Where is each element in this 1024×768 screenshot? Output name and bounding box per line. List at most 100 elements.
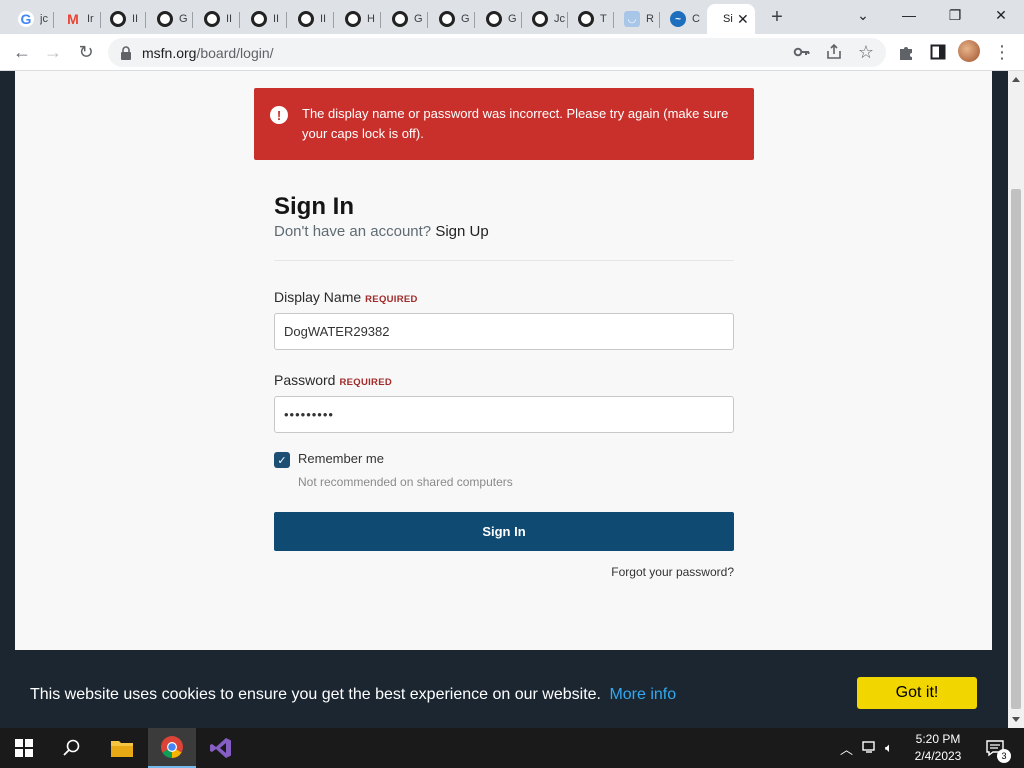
reload-icon[interactable]: ↻ xyxy=(73,39,99,65)
lock-icon[interactable] xyxy=(120,45,132,60)
no-account-text: Don't have an account? xyxy=(274,223,432,240)
tab-title: II xyxy=(320,13,327,25)
tab-4[interactable]: G xyxy=(147,4,193,34)
file-explorer-icon[interactable] xyxy=(98,728,146,768)
display-name-group: Display Name REQUIRED xyxy=(274,289,734,350)
url-path: /board/login/ xyxy=(196,44,274,61)
tray-overflow-chevron-icon[interactable]: ︿ xyxy=(840,739,853,758)
extensions-puzzle-icon[interactable] xyxy=(893,39,919,65)
tab-title: C xyxy=(692,13,700,25)
signup-link[interactable]: Sign Up xyxy=(435,223,488,240)
menu-kebab-icon[interactable]: ⋮ xyxy=(989,39,1015,65)
clock-date: 2/4/2023 xyxy=(914,749,962,763)
tab-title: G xyxy=(414,13,423,25)
tab-title: II xyxy=(132,13,139,25)
tab-14[interactable]: ◡ R xyxy=(614,4,660,34)
url-text: msfn.org/board/login/ xyxy=(142,45,274,61)
page-scrollbar[interactable] xyxy=(1008,71,1024,728)
tab-separator xyxy=(474,12,475,28)
share-icon[interactable] xyxy=(821,39,847,65)
search-icon[interactable] xyxy=(48,728,96,768)
msfn-icon xyxy=(204,11,220,27)
tab-title: R xyxy=(646,13,654,25)
tab-title: Si xyxy=(723,13,733,25)
taskbar: ︿ 🔈︎ 5:20 PM 2/4/2023 3 xyxy=(0,728,1024,768)
tab-2[interactable]: M Ir xyxy=(55,4,101,34)
close-tab-icon[interactable]: ✕ xyxy=(737,12,749,26)
reader-icon: ◡ xyxy=(624,11,640,27)
msfn-icon xyxy=(392,11,408,27)
tab-title: T xyxy=(600,13,607,25)
volume-icon[interactable]: 🔈︎ xyxy=(885,740,893,756)
scroll-up-arrow-icon[interactable] xyxy=(1012,77,1020,82)
scroll-down-arrow-icon[interactable] xyxy=(1012,717,1020,722)
profile-avatar[interactable] xyxy=(958,40,980,62)
restore-button[interactable]: ❐ xyxy=(932,4,978,26)
tab-title: G xyxy=(461,13,470,25)
page-title: Sign In xyxy=(274,193,354,220)
key-icon[interactable] xyxy=(789,39,815,65)
address-bar[interactable]: msfn.org/board/login/ xyxy=(108,38,886,67)
tab-6[interactable]: II xyxy=(241,4,287,34)
chrome-icon[interactable] xyxy=(148,728,196,768)
tab-title: jc xyxy=(40,13,48,25)
forward-icon[interactable]: → xyxy=(40,39,66,65)
msfn-icon xyxy=(439,11,455,27)
msfn-icon xyxy=(110,11,126,27)
tab-12[interactable]: Jc xyxy=(522,4,568,34)
required-badge: REQUIRED xyxy=(365,294,418,305)
tab-title: Ir xyxy=(87,13,94,25)
remember-me-label[interactable]: Remember me xyxy=(298,451,384,466)
notification-count-badge: 3 xyxy=(997,749,1011,763)
system-clock[interactable]: 5:20 PM 2/4/2023 xyxy=(908,731,968,765)
remember-me-checkbox[interactable]: ✓ xyxy=(274,452,290,468)
divider xyxy=(274,260,734,261)
msfn-icon xyxy=(298,11,314,27)
tab-8[interactable]: H xyxy=(335,4,381,34)
windows-start-icon[interactable] xyxy=(0,728,48,768)
visual-studio-icon[interactable] xyxy=(197,728,245,768)
tab-active-signin[interactable]: Si ✕ xyxy=(707,4,755,34)
signup-prompt: Don't have an account? Sign Up xyxy=(274,223,734,240)
password-input[interactable] xyxy=(274,396,734,433)
cookie-more-info-link[interactable]: More info xyxy=(609,686,676,703)
minimize-button[interactable]: — xyxy=(886,4,932,26)
tab-strip: G jc M Ir II G II II II H G G G Jc T ◡ R… xyxy=(0,0,1024,34)
display-name-input[interactable] xyxy=(274,313,734,350)
password-label: Password xyxy=(274,372,336,388)
wave-icon: ~ xyxy=(670,11,686,27)
tab-separator xyxy=(333,12,334,28)
error-alert: ! The display name or password was incor… xyxy=(254,88,754,160)
new-tab-button[interactable]: + xyxy=(766,6,788,28)
tab-9[interactable]: G xyxy=(382,4,428,34)
msfn-icon xyxy=(486,11,502,27)
tab-3[interactable]: II xyxy=(100,4,146,34)
tab-10[interactable]: G xyxy=(429,4,475,34)
remember-me-hint: Not recommended on shared computers xyxy=(298,475,513,489)
cookie-banner: This website uses cookies to ensure you … xyxy=(0,662,1008,728)
bookmark-star-icon[interactable]: ☆ xyxy=(853,39,879,65)
cookie-accept-button[interactable]: Got it! xyxy=(857,677,977,709)
tab-11[interactable]: G xyxy=(476,4,522,34)
tab-separator xyxy=(53,12,54,28)
side-panel-icon[interactable] xyxy=(925,39,951,65)
back-icon[interactable]: ← xyxy=(9,39,35,65)
scrollbar-thumb[interactable] xyxy=(1011,189,1021,709)
tab-15[interactable]: ~ C xyxy=(660,4,706,34)
tab-1[interactable]: G jc xyxy=(8,4,54,34)
url-host: msfn.org xyxy=(142,44,197,61)
tab-5[interactable]: II xyxy=(194,4,240,34)
tab-search-chevron-icon[interactable]: ⌄ xyxy=(840,4,886,26)
msfn-icon xyxy=(532,11,548,27)
tab-13[interactable]: T xyxy=(568,4,614,34)
password-group: Password REQUIRED xyxy=(274,372,734,433)
tab-7[interactable]: II xyxy=(288,4,334,34)
close-window-button[interactable]: ✕ xyxy=(978,4,1024,26)
forgot-password-link[interactable]: Forgot your password? xyxy=(274,565,734,579)
network-icon[interactable] xyxy=(862,740,878,757)
login-card: ! The display name or password was incor… xyxy=(15,71,992,650)
notification-center-icon[interactable]: 3 xyxy=(975,728,1015,768)
signin-button[interactable]: Sign In xyxy=(274,512,734,551)
tab-separator xyxy=(427,12,428,28)
msfn-icon xyxy=(345,11,361,27)
